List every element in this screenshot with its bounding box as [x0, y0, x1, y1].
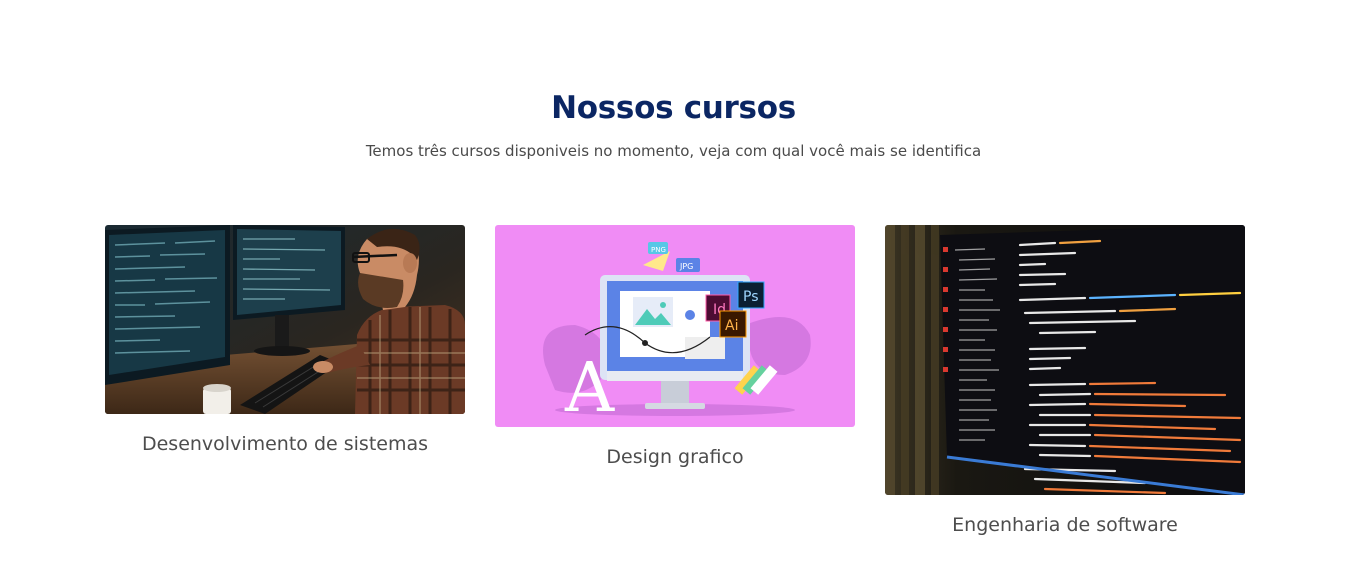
course-card-design[interactable]: A Id Ps Ai PNG JPG Design grafico: [495, 225, 855, 468]
code-screen-photo[interactable]: [885, 225, 1245, 495]
course-title[interactable]: Engenharia de software: [885, 514, 1245, 536]
developer-photo[interactable]: [105, 225, 465, 414]
course-title[interactable]: Desenvolvimento de sistemas: [105, 433, 465, 455]
photoshop-badge: Ps: [743, 289, 759, 305]
design-illustration[interactable]: A Id Ps Ai PNG JPG: [495, 225, 855, 427]
courses-section: Nossos cursos Temos três cursos disponiv…: [0, 0, 1347, 581]
section-subtitle: Temos três cursos disponiveis no momento…: [365, 142, 982, 160]
course-card-desenvolvimento[interactable]: Desenvolvimento de sistemas: [105, 225, 465, 455]
jpg-tag: JPG: [679, 262, 693, 271]
letter-a-glyph: A: [564, 349, 615, 427]
course-title[interactable]: Design grafico: [495, 446, 855, 468]
course-card-engenharia[interactable]: Engenharia de software: [885, 225, 1245, 536]
section-title: Nossos cursos: [551, 90, 796, 126]
png-tag: PNG: [651, 246, 666, 254]
illustrator-badge: Ai: [725, 318, 738, 334]
